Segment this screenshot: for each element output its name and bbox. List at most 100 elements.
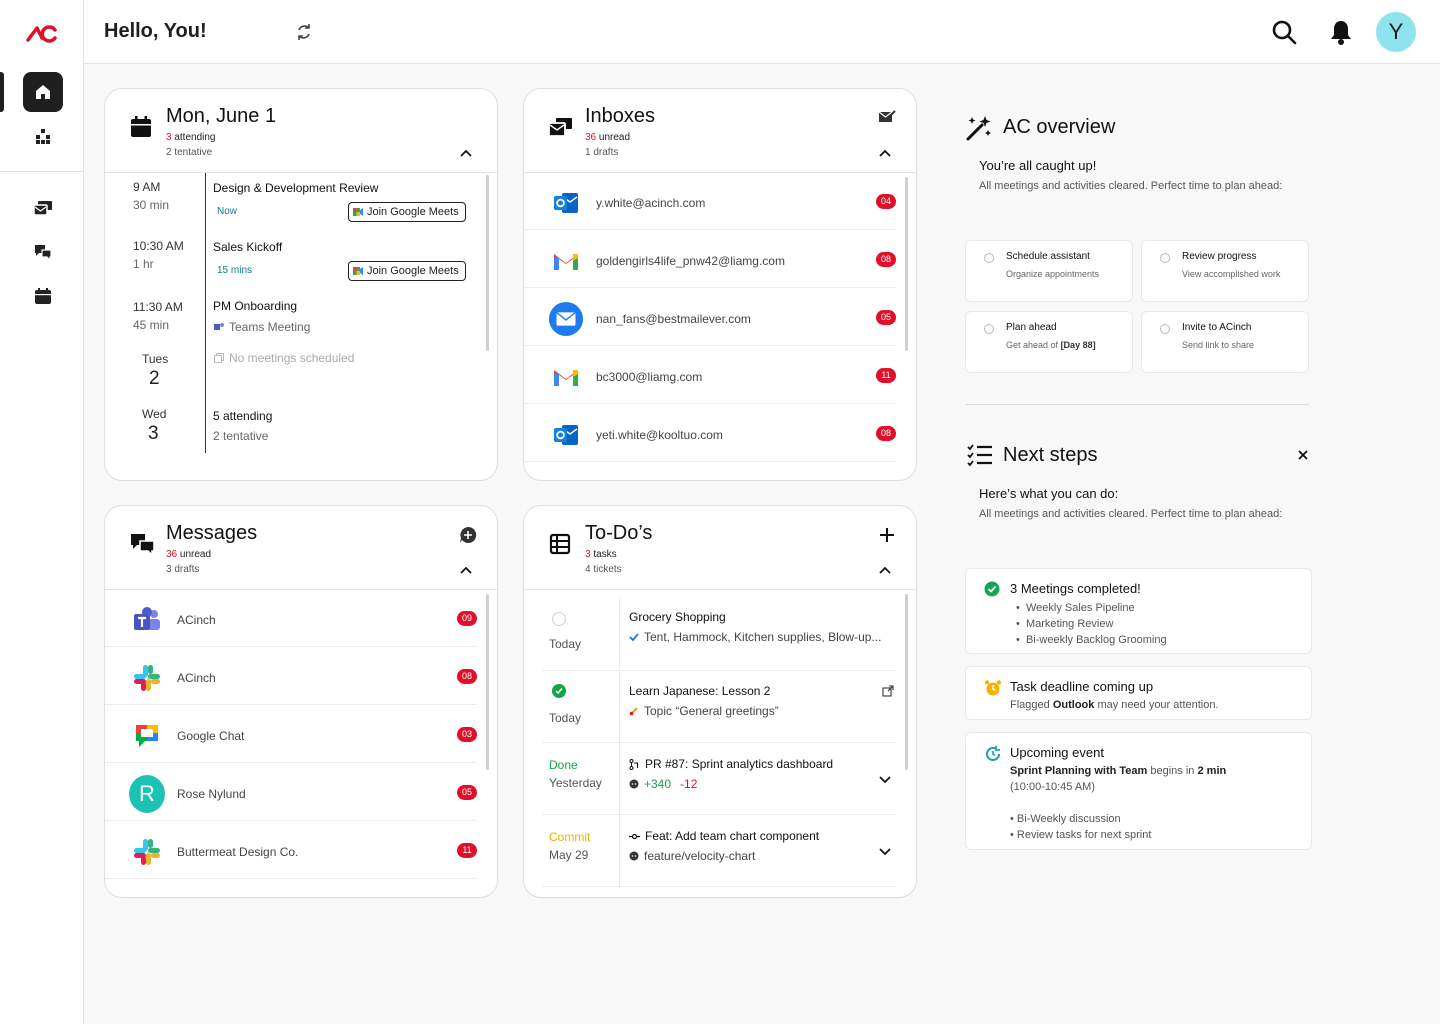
message-channel-row[interactable]: Buttermeat Design Co. 11	[105, 823, 477, 881]
day-number: 3	[148, 423, 159, 444]
chevron-up-icon	[460, 149, 472, 157]
external-link-icon	[882, 685, 894, 697]
todos-scrollbar[interactable]	[905, 594, 908, 770]
refresh-icon	[298, 24, 310, 40]
collapse-calendar-button[interactable]	[459, 145, 473, 163]
task-deadline-card[interactable]: Task deadline coming up Flagged Outlook …	[965, 666, 1312, 720]
todo-title-row: PR #87: Sprint analytics dashboard	[629, 757, 833, 771]
todo-item[interactable]: Today Learn Japanese: Lesson 2 Topic “Ge…	[542, 672, 896, 744]
refresh-button[interactable]	[294, 22, 314, 47]
unread-badge: 08	[876, 252, 896, 267]
tile-radio	[1160, 324, 1170, 334]
messages-card-header: Messages 36 unread 3 drafts	[105, 506, 497, 590]
messages-scrollbar[interactable]	[486, 594, 489, 770]
tile-radio	[984, 253, 994, 263]
open-external-button[interactable]	[882, 684, 894, 702]
acinch-logo[interactable]	[26, 22, 58, 49]
todo-item[interactable]: Today Grocery Shopping Tent, Hammock, Ki…	[542, 598, 896, 670]
event-title[interactable]: Design & Development Review	[213, 181, 378, 195]
outlook-icon	[548, 185, 584, 221]
day-empty-label: No meetings scheduled	[229, 351, 355, 365]
calendar-scrollbar[interactable]	[486, 175, 489, 351]
event-status-chip: Now	[217, 206, 238, 217]
github-icon	[629, 851, 639, 861]
todos-tickets: 4 tickets	[585, 564, 622, 575]
todo-date: Yesterday	[549, 776, 602, 790]
search-icon	[1272, 20, 1297, 45]
inbox-account-row[interactable]: y.white@acinch.com 04	[524, 174, 896, 232]
user-avatar[interactable]: Y	[1376, 12, 1416, 52]
channel-name: ACinch	[177, 671, 216, 685]
inbox-account-row[interactable]: bc3000@liamg.com 11	[524, 348, 896, 406]
contact-avatar-initial: R	[129, 775, 165, 813]
row-divider	[105, 704, 477, 705]
plan-ahead-tile[interactable]: Plan ahead Get ahead of [Day 88]	[965, 311, 1133, 373]
calendar-icon	[35, 288, 51, 304]
chevron-up-icon	[460, 566, 472, 574]
org-nav-button[interactable]	[23, 116, 63, 156]
meeting-item: • Marketing Review	[1016, 618, 1114, 630]
join-google-meets-button[interactable]: Join Google Meets	[348, 261, 466, 281]
expand-todo-button[interactable]	[878, 844, 892, 862]
message-channel-row[interactable]: Google Chat 03	[105, 707, 477, 765]
inboxes-title: Inboxes	[585, 105, 656, 127]
collapse-messages-button[interactable]	[459, 562, 473, 580]
org-chart-icon	[36, 129, 50, 144]
message-channel-row[interactable]: ACinch 08	[105, 649, 477, 707]
search-button[interactable]	[1270, 18, 1298, 51]
schedule-assistant-tile[interactable]: Schedule assistant Organize appointments	[965, 240, 1133, 302]
row-divider	[524, 345, 896, 346]
day-label: Tues	[142, 352, 169, 366]
invite-tile[interactable]: Invite to ACinch Send link to share	[1141, 311, 1309, 373]
row-divider	[542, 742, 896, 743]
messages-title: Messages	[166, 522, 258, 544]
add-todo-button[interactable]	[878, 526, 896, 549]
todo-subtitle-text: Tent, Hammock, Kitchen supplies, Blow-up…	[644, 630, 882, 644]
join-google-meets-button[interactable]: Join Google Meets	[348, 202, 466, 222]
lines-removed: -12	[680, 777, 698, 791]
todo-item[interactable]: Commit May 29 Feat: Add team chart compo…	[542, 816, 896, 888]
todo-title: PR #87: Sprint analytics dashboard	[645, 757, 834, 771]
magic-wand-icon	[965, 114, 993, 147]
todo-item[interactable]: Done Yesterday PR #87: Sprint analytics …	[542, 744, 896, 816]
messages-nav-button[interactable]	[23, 232, 63, 272]
calendar-nav-button[interactable]	[23, 276, 63, 316]
deadline-detail: Flagged Outlook may need your attention.	[1010, 699, 1219, 711]
home-nav-button[interactable]	[23, 72, 63, 112]
inbox-account-row[interactable]: yeti.white@kooltuo.com 08	[524, 406, 896, 464]
apple-mail-icon	[548, 301, 584, 337]
event-duration: 30 min	[133, 198, 170, 212]
inboxes-unread: 36 unread	[585, 132, 631, 143]
inbox-account-row[interactable]: nan_fans@bestmailever.com 05	[524, 290, 896, 348]
upcoming-event-card[interactable]: Upcoming event Sprint Planning with Team…	[965, 732, 1312, 850]
inboxes-scrollbar[interactable]	[905, 177, 908, 351]
unread-badge: 03	[457, 727, 477, 742]
message-channel-row[interactable]: ACinch 09	[105, 591, 477, 649]
todo-checkbox-checked[interactable]	[552, 684, 566, 698]
tile-title: Invite to ACinch	[1182, 322, 1252, 333]
compose-mail-button[interactable]	[878, 109, 896, 130]
notifications-button[interactable]	[1328, 18, 1354, 51]
day-tentative: 2 tentative	[213, 429, 269, 443]
inbox-account-row[interactable]: goldengirls4life_pnw42@liamg.com 08	[524, 232, 896, 290]
slack-icon	[129, 834, 165, 870]
todo-checkbox[interactable]	[552, 612, 566, 626]
event-title[interactable]: Sales Kickoff	[213, 240, 282, 254]
new-message-button[interactable]	[459, 526, 477, 549]
event-duration: 1 hr	[133, 257, 154, 271]
event-status-chip: 15 mins	[217, 265, 253, 276]
collapse-inboxes-button[interactable]	[878, 145, 892, 163]
inbox-nav-button[interactable]	[23, 188, 63, 228]
account-email: nan_fans@bestmailever.com	[596, 312, 751, 326]
close-next-steps-button[interactable]	[1297, 448, 1309, 466]
event-title[interactable]: PM Onboarding	[213, 299, 297, 313]
message-channel-row[interactable]: R Rose Nylund 05	[105, 765, 477, 823]
expand-todo-button[interactable]	[878, 772, 892, 790]
account-email: bc3000@liamg.com	[596, 370, 703, 384]
compose-mail-icon	[878, 110, 896, 122]
collapse-todos-button[interactable]	[878, 562, 892, 580]
event-detail: Sprint Planning with Team begins in 2 mi…	[1010, 765, 1227, 777]
review-progress-tile[interactable]: Review progress View accomplished work	[1141, 240, 1309, 302]
messages-icon	[35, 245, 52, 261]
meetings-completed-card[interactable]: 3 Meetings completed! • Weekly Sales Pip…	[965, 568, 1312, 654]
